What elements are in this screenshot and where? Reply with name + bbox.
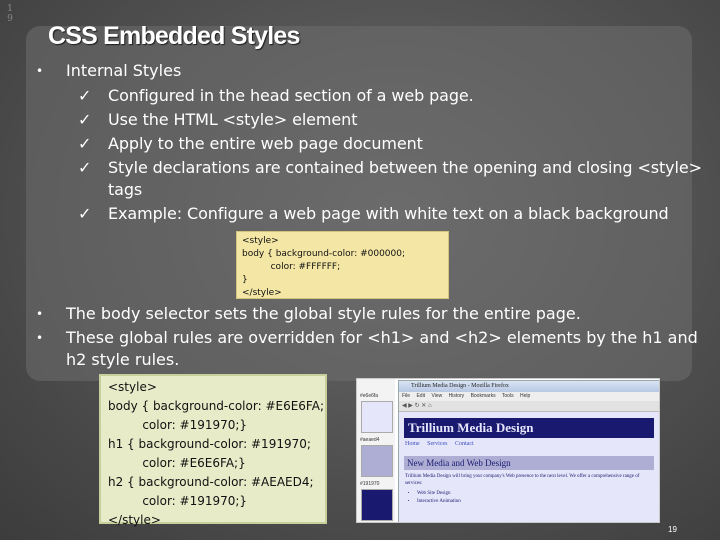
bullet-icon: • xyxy=(36,64,44,78)
code-line: color: #E6E6FA;} xyxy=(108,456,246,470)
code-line: color: #FFFFFF; xyxy=(242,262,341,272)
browser-title-bar: Trillium Media Design - Mozilla Firefox xyxy=(399,381,659,392)
page-list-item: Interactive Animation xyxy=(417,498,659,506)
code-line: color: #191970;} xyxy=(108,494,248,508)
page-list-item: Web Site Design xyxy=(417,490,659,498)
bullet-text: The body selector sets the global style … xyxy=(66,304,581,323)
back-icon[interactable]: ◀ xyxy=(402,403,407,409)
check-list: ✓ Configured in the head section of a web… xyxy=(66,85,716,225)
code-line: <style> xyxy=(108,380,157,394)
page-heading-h2: New Media and Web Design xyxy=(404,456,654,470)
nav-link[interactable]: Services xyxy=(427,441,447,447)
browser-menu-item[interactable]: Bookmarks xyxy=(471,393,496,399)
nav-link[interactable]: Contact xyxy=(455,441,474,447)
check-item: ✓ Apply to the entire web page document xyxy=(66,133,716,155)
bullet-item-internal-styles: • Internal Styles ✓ Configured in the hea… xyxy=(36,60,716,225)
slide-index: 1 9 xyxy=(5,4,15,24)
browser-menu-item[interactable]: Help xyxy=(520,393,530,399)
check-text: Apply to the entire web page document xyxy=(108,134,423,153)
browser-menu-item[interactable]: Edit xyxy=(416,393,425,399)
bullet-item: • These global rules are overridden for <… xyxy=(36,327,716,371)
page-heading-h1: Trillium Media Design xyxy=(404,418,654,438)
check-item: ✓ Use the HTML <style> element xyxy=(66,109,716,131)
check-text: Configured in the head section of a web … xyxy=(108,86,474,105)
color-swatch-periwinkle xyxy=(361,445,393,477)
bullet-item: • The body selector sets the global style… xyxy=(36,303,716,325)
code-line: } xyxy=(242,275,248,285)
page-nav: Home Services Contact xyxy=(405,441,653,447)
check-text: Use the HTML <style> element xyxy=(108,110,358,129)
browser-menu-item[interactable]: Tools xyxy=(502,393,514,399)
bullet-text: These global rules are overridden for <h… xyxy=(66,328,698,369)
code-example-black-background: <style> body { background-color: #000000;… xyxy=(236,231,449,299)
page-paragraph: Trillium Media Design will bring your co… xyxy=(405,474,640,486)
reload-icon[interactable]: ↻ xyxy=(415,403,420,409)
slide-index-digit: 1 xyxy=(7,4,13,14)
browser-menu-bar: File Edit View History Bookmarks Tools H… xyxy=(399,392,659,401)
code-line: <style> xyxy=(242,236,279,246)
bullet-icon: • xyxy=(36,331,44,345)
nav-link[interactable]: Home xyxy=(405,441,420,447)
code-example-lavender-theme: <style> body { background-color: #E6E6FA;… xyxy=(99,374,327,527)
swatch-label: #e6e6fa xyxy=(360,393,379,399)
bullet-text: Internal Styles xyxy=(66,61,182,80)
browser-window: Trillium Media Design - Mozilla Firefox … xyxy=(398,380,659,522)
browser-menu-item[interactable]: View xyxy=(431,393,442,399)
check-item: ✓ Configured in the head section of a web… xyxy=(66,85,716,107)
check-icon: ✓ xyxy=(78,204,92,223)
check-item: ✓ Style declarations are contained betwee… xyxy=(66,157,716,201)
check-icon: ✓ xyxy=(78,134,92,153)
code-line: body { background-color: #E6E6FA; xyxy=(108,399,324,413)
color-swatch-column: #e6e6fa #aeaed4 #191970 xyxy=(357,379,395,522)
code-line: color: #191970;} xyxy=(108,418,248,432)
browser-menu-item[interactable]: File xyxy=(402,393,410,399)
bullet-list-global-rules: • The body selector sets the global style… xyxy=(36,303,716,373)
forward-icon[interactable]: ▶ xyxy=(408,403,413,409)
stop-icon[interactable]: ✕ xyxy=(421,403,426,409)
code-line: </style> xyxy=(108,513,161,527)
check-icon: ✓ xyxy=(78,86,92,105)
check-text: Style declarations are contained between… xyxy=(108,158,702,199)
code-line: body { background-color: #000000; xyxy=(242,249,406,259)
home-icon[interactable]: ⌂ xyxy=(428,403,432,409)
color-swatch-midnight-blue xyxy=(361,489,393,521)
browser-toolbar: ◀ ▶ ↻ ✕ ⌂ xyxy=(399,401,659,412)
slide: 1 9 CSS Embedded Styles • Internal Style… xyxy=(0,0,720,540)
page-number: 19 xyxy=(668,525,677,534)
check-icon: ✓ xyxy=(78,158,92,177)
bullet-list: • Internal Styles ✓ Configured in the hea… xyxy=(36,60,716,227)
slide-title: CSS Embedded Styles xyxy=(48,22,300,50)
check-icon: ✓ xyxy=(78,110,92,129)
code-line: h1 { background-color: #191970; xyxy=(108,437,311,451)
code-line: h2 { background-color: #AEAED4; xyxy=(108,475,314,489)
swatch-label: #aeaed4 xyxy=(360,437,380,443)
color-swatch-lavender xyxy=(361,401,393,433)
bullet-icon: • xyxy=(36,307,44,321)
check-item: ✓ Example: Configure a web page with whit… xyxy=(66,203,716,225)
slide-index-digit: 9 xyxy=(7,14,13,24)
browser-screenshot: #e6e6fa #aeaed4 #191970 Trillium Media D… xyxy=(356,378,660,523)
check-text: Example: Configure a web page with white… xyxy=(108,204,669,223)
browser-menu-item[interactable]: History xyxy=(449,393,465,399)
code-line: </style> xyxy=(242,288,282,298)
page-list: Web Site Design Interactive Animation xyxy=(417,490,659,506)
swatch-label: #191970 xyxy=(360,481,380,487)
